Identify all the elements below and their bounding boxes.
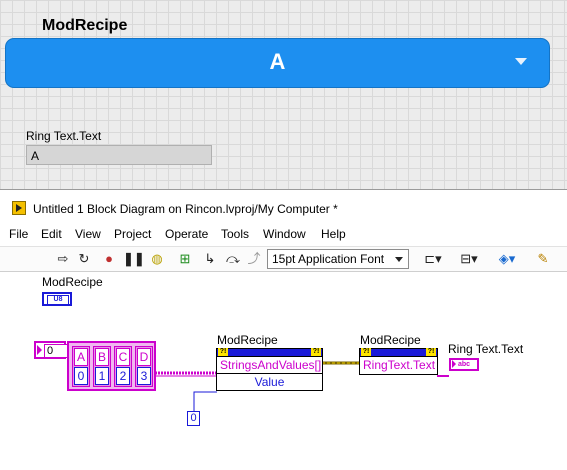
highlight-bulb-icon[interactable]: ◍ <box>149 251 165 267</box>
font-dropdown[interactable]: 15pt Application Font <box>267 249 409 269</box>
menu-help[interactable]: Help <box>321 227 346 241</box>
indicator-arrow-icon <box>452 360 456 368</box>
property-strings-and-values[interactable]: StringsAndValues[] <box>217 356 322 373</box>
property-node-modrecipe[interactable]: ?! ?! StringsAndValues[] Value <box>216 348 323 391</box>
cluster-value[interactable]: 3 <box>137 367 151 385</box>
menu-tools[interactable]: Tools <box>221 227 249 241</box>
menu-view[interactable]: View <box>75 227 101 241</box>
menu-operate[interactable]: Operate <box>165 227 208 241</box>
ref-in-icon: ?! <box>361 348 371 356</box>
ring-terminal-label: ModRecipe <box>42 275 103 289</box>
run-arrow-icon[interactable]: ⇨ <box>55 251 71 267</box>
step-out-icon[interactable]: ⤴ <box>246 251 262 267</box>
title-bar: Untitled 1 Block Diagram on Rincon.lvpro… <box>0 190 567 222</box>
node-header: ?! ?! <box>217 348 322 356</box>
cluster-element-0: A 0 <box>72 346 90 387</box>
ref-out-icon: ?! <box>311 348 321 356</box>
align-icon[interactable]: ⊏▾ <box>421 251 445 267</box>
array-index-box[interactable]: 0 <box>34 341 68 359</box>
ring-terminal-type: U8 <box>47 295 69 305</box>
cluster-element-1: B 1 <box>93 346 111 387</box>
run-continuous-icon[interactable]: ↻ <box>76 251 92 267</box>
indicator-label: Ring Text.Text <box>26 129 102 143</box>
menu-bar: File Edit View Project Operate Tools Win… <box>0 224 567 244</box>
step-over-icon[interactable]: ⤼ <box>225 251 241 267</box>
property-node-ringtext[interactable]: ?! ?! RingText.Text <box>359 348 438 375</box>
labview-icon <box>12 201 26 215</box>
retain-wire-icon[interactable]: ⊞ <box>177 251 193 267</box>
property-ringtext-text[interactable]: RingText.Text <box>360 356 437 373</box>
cluster-string[interactable]: D <box>137 348 151 366</box>
ref-out-icon: ?! <box>426 348 436 356</box>
chevron-down-icon <box>395 257 403 262</box>
reorder-icon[interactable]: ◈▾ <box>494 251 520 267</box>
ring-label: ModRecipe <box>42 17 128 34</box>
step-into-icon[interactable]: ↳ <box>202 251 218 267</box>
cluster-value[interactable]: 1 <box>95 367 109 385</box>
ring-text-indicator: A <box>26 145 212 165</box>
cluster-value[interactable]: 2 <box>116 367 130 385</box>
cluster-element-2: C 2 <box>114 346 132 387</box>
node1-label: ModRecipe <box>217 333 278 347</box>
toolbar: ⇨ ↻ ● ❚❚ ◍ ⊞ ↳ ⤼ ⤴ 15pt Application Font… <box>0 246 567 272</box>
diagram-canvas[interactable]: ModRecipe U8 0 A 0 B 1 C 2 D 3 ModRecipe… <box>0 272 567 470</box>
node2-label: ModRecipe <box>360 333 421 347</box>
menu-edit[interactable]: Edit <box>41 227 62 241</box>
menu-file[interactable]: File <box>9 227 28 241</box>
array-index-value[interactable]: 0 <box>44 344 68 358</box>
index-increment-icon[interactable] <box>37 345 42 355</box>
indicator-terminal[interactable]: abc <box>449 358 479 371</box>
menu-window[interactable]: Window <box>263 227 306 241</box>
cluster-array-constant[interactable]: A 0 B 1 C 2 D 3 <box>67 341 156 391</box>
cluster-string[interactable]: C <box>116 348 130 366</box>
cluster-element-3: D 3 <box>135 346 153 387</box>
indicator-type: abc <box>458 361 471 368</box>
menu-project[interactable]: Project <box>114 227 151 241</box>
abort-icon[interactable]: ● <box>101 251 117 267</box>
node-header: ?! ?! <box>360 348 437 356</box>
ring-value: A <box>269 49 286 74</box>
cleanup-icon[interactable]: ✎ <box>532 251 554 267</box>
block-diagram-window: Untitled 1 Block Diagram on Rincon.lvpro… <box>0 189 567 470</box>
chevron-down-icon[interactable] <box>515 58 527 65</box>
ring-terminal[interactable]: U8 <box>42 292 72 306</box>
cluster-string[interactable]: B <box>95 348 109 366</box>
cluster-string[interactable]: A <box>74 348 88 366</box>
distribute-icon[interactable]: ⊟▾ <box>456 251 482 267</box>
indicator-terminal-label: Ring Text.Text <box>448 342 524 356</box>
window-title: Untitled 1 Block Diagram on Rincon.lvpro… <box>33 202 338 216</box>
pause-icon[interactable]: ❚❚ <box>123 251 145 267</box>
ref-in-icon: ?! <box>218 348 228 356</box>
font-dropdown-value: 15pt Application Font <box>272 252 385 266</box>
value-wire <box>193 391 217 412</box>
modrecipe-ring-control[interactable]: A <box>5 38 550 88</box>
numeric-constant[interactable]: 0 <box>187 411 200 426</box>
cluster-value[interactable]: 0 <box>74 367 88 385</box>
property-value[interactable]: Value <box>217 373 322 390</box>
